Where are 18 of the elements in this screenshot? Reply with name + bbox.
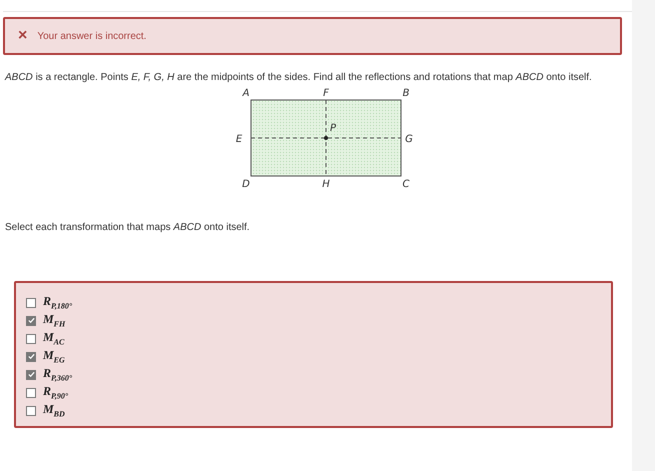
checkbox[interactable] — [26, 352, 36, 362]
checkbox[interactable] — [26, 370, 36, 380]
checkbox[interactable] — [26, 388, 36, 398]
problem-text: ABCD is a rectangle. Points E, F, G, H are the midpoints of the sides. Find all the reflections and rotations that map ABCD onto itself. — [5, 71, 593, 84]
option-label: R$_{P,360°}$ — [43, 366, 72, 383]
option-label: M$_{AC}$ — [43, 330, 64, 347]
question-prompt: Select each transformation that maps ABCD onto itself. — [5, 222, 251, 233]
option-label: R$_{P,180°}$ — [43, 294, 72, 311]
checkbox[interactable] — [26, 334, 36, 344]
checkbox[interactable] — [26, 316, 36, 326]
option-label: R$_{P,90°}$ — [43, 384, 68, 401]
option-label: M$_{FH}$ — [43, 312, 66, 329]
checkbox[interactable] — [26, 406, 36, 416]
option-label: M$_{EG}$ — [43, 348, 65, 365]
alert-message: Your answer is incorrect. — [37, 30, 146, 42]
option-label: M$_{BD}$ — [43, 402, 65, 419]
x-icon: × — [18, 28, 28, 44]
checkbox[interactable] — [26, 298, 36, 308]
